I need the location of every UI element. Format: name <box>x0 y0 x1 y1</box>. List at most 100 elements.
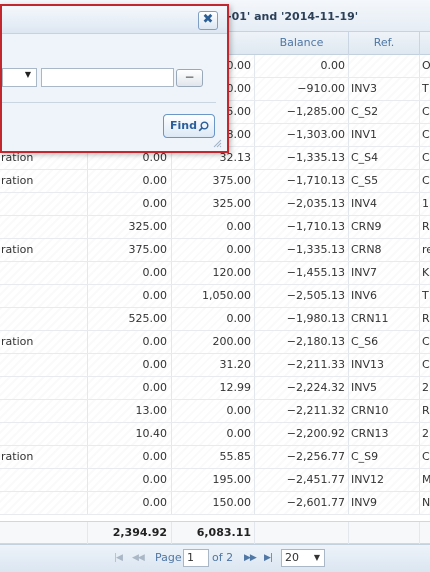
credit-cell: 195.00 <box>172 469 255 491</box>
column-header-ref[interactable]: Ref. <box>349 32 420 55</box>
credit-cell: 200.00 <box>172 331 255 353</box>
debit-cell: 0.00 <box>88 492 172 514</box>
ref-cell: INV1 <box>349 124 420 146</box>
credit-cell: 150.00 <box>172 492 255 514</box>
debit-cell: 0.00 <box>88 193 172 215</box>
extra-cell: O <box>422 59 430 72</box>
table-row[interactable]: 13.00 0.00 −2,211.32 CRN10 R <box>0 400 430 423</box>
first-page-icon[interactable]: |◀ <box>114 553 123 563</box>
balance-cell: 0.00 <box>255 55 349 77</box>
table-row[interactable]: 0.00 120.00 −1,455.13 INV7 K <box>0 262 430 285</box>
description-cell: ration <box>0 331 88 353</box>
extra-cell: C <box>422 151 430 164</box>
ref-cell: C_S6 <box>349 331 420 353</box>
remove-rule-button[interactable]: − <box>176 69 203 87</box>
resize-grip-icon[interactable] <box>212 138 222 148</box>
extra-cell: C <box>422 174 430 187</box>
table-row[interactable]: 0.00 31.20 −2,211.33 INV13 C <box>0 354 430 377</box>
page-size-select[interactable]: 20 ▼ <box>281 549 325 567</box>
credit-cell: 55.85 <box>172 446 255 468</box>
debit-cell: 0.00 <box>88 377 172 399</box>
ref-cell: CRN10 <box>349 400 420 422</box>
table-row[interactable]: 0.00 12.99 −2,224.32 INV5 2 <box>0 377 430 400</box>
column-header-extra[interactable] <box>420 32 430 55</box>
credit-cell: 0.00 <box>172 423 255 445</box>
table-row[interactable]: 525.00 0.00 −1,980.13 CRN11 R <box>0 308 430 331</box>
table-row[interactable]: 10.40 0.00 −2,200.92 CRN13 2 <box>0 423 430 446</box>
description-cell <box>0 423 88 445</box>
extra-cell: 2 <box>422 427 429 440</box>
extra-cell: C <box>422 450 430 463</box>
ref-cell: INV9 <box>349 492 420 514</box>
balance-cell: −2,224.32 <box>255 377 349 399</box>
credit-cell: 1,050.00 <box>172 285 255 307</box>
dialog-titlebar[interactable]: ✖ <box>2 6 227 34</box>
ref-cell: INV7 <box>349 262 420 284</box>
debit-total: 2,394.92 <box>88 522 172 544</box>
balance-cell: −2,035.13 <box>255 193 349 215</box>
extra-cell: C <box>422 358 430 371</box>
extra-cell: 1 <box>422 197 429 210</box>
debit-cell: 525.00 <box>88 308 172 330</box>
credit-cell: 31.20 <box>172 354 255 376</box>
extra-cell: C <box>422 105 430 118</box>
table-row[interactable]: 325.00 0.00 −1,710.13 CRN9 R <box>0 216 430 239</box>
debit-cell: 13.00 <box>88 400 172 422</box>
credit-cell: 0.00 <box>172 216 255 238</box>
description-cell <box>0 285 88 307</box>
description-cell <box>0 400 88 422</box>
find-button[interactable]: Find <box>163 114 215 138</box>
extra-cell: T <box>422 82 429 95</box>
debit-cell: 0.00 <box>88 170 172 192</box>
balance-cell: −1,335.13 <box>255 239 349 261</box>
balance-cell: −2,180.13 <box>255 331 349 353</box>
debit-cell: 0.00 <box>88 331 172 353</box>
extra-cell: K <box>422 266 430 279</box>
table-row[interactable]: ration 0.00 55.85 −2,256.77 C_S9 C <box>0 446 430 469</box>
balance-cell: −2,601.77 <box>255 492 349 514</box>
next-page-icon[interactable]: ▶▶ <box>244 553 257 563</box>
last-page-icon[interactable]: ▶| <box>264 553 273 563</box>
current-page-input[interactable]: 1 <box>183 549 209 567</box>
description-cell: ration <box>0 446 88 468</box>
table-row[interactable]: ration 0.00 375.00 −1,710.13 C_S5 C <box>0 170 430 193</box>
ref-cell: INV12 <box>349 469 420 491</box>
balance-cell: −910.00 <box>255 78 349 100</box>
column-header-balance[interactable]: Balance <box>255 32 349 55</box>
credit-cell: 0.00 <box>172 239 255 261</box>
extra-cell: re <box>422 243 430 256</box>
ref-cell: INV3 <box>349 78 420 100</box>
search-operator-select[interactable]: ▼ <box>2 68 37 87</box>
description-cell <box>0 377 88 399</box>
find-button-label: Find <box>170 119 197 132</box>
debit-cell: 375.00 <box>88 239 172 261</box>
balance-cell: −1,335.13 <box>255 147 349 169</box>
search-value-input[interactable] <box>41 68 174 87</box>
previous-page-icon[interactable]: ◀◀ <box>132 553 145 563</box>
balance-cell: −2,200.92 <box>255 423 349 445</box>
credit-cell: 0.00 <box>172 400 255 422</box>
totals-balance-cell <box>255 522 349 544</box>
grid-caption: -01' and '2014-11-19' <box>227 10 359 23</box>
balance-cell: −2,451.77 <box>255 469 349 491</box>
table-row[interactable]: 0.00 1,050.00 −2,505.13 INV6 T <box>0 285 430 308</box>
table-row[interactable]: 0.00 195.00 −2,451.77 INV12 M <box>0 469 430 492</box>
description-cell <box>0 216 88 238</box>
extra-cell: R <box>422 404 430 417</box>
balance-cell: −2,256.77 <box>255 446 349 468</box>
table-row[interactable]: 0.00 150.00 −2,601.77 INV9 N <box>0 492 430 515</box>
close-icon[interactable]: ✖ <box>198 11 218 30</box>
page-size-value: 20 <box>285 551 299 564</box>
debit-cell: 0.00 <box>88 446 172 468</box>
balance-cell: −1,455.13 <box>255 262 349 284</box>
table-row[interactable]: 0.00 325.00 −2,035.13 INV4 1 <box>0 193 430 216</box>
table-row[interactable]: ration 0.00 200.00 −2,180.13 C_S6 C <box>0 331 430 354</box>
description-cell <box>0 193 88 215</box>
ref-cell: C_S2 <box>349 101 420 123</box>
description-cell <box>0 469 88 491</box>
table-row[interactable]: ration 375.00 0.00 −1,335.13 CRN8 re <box>0 239 430 262</box>
balance-cell: −1,303.00 <box>255 124 349 146</box>
ref-cell: C_S4 <box>349 147 420 169</box>
totals-desc-cell <box>0 522 88 544</box>
ref-cell: INV6 <box>349 285 420 307</box>
